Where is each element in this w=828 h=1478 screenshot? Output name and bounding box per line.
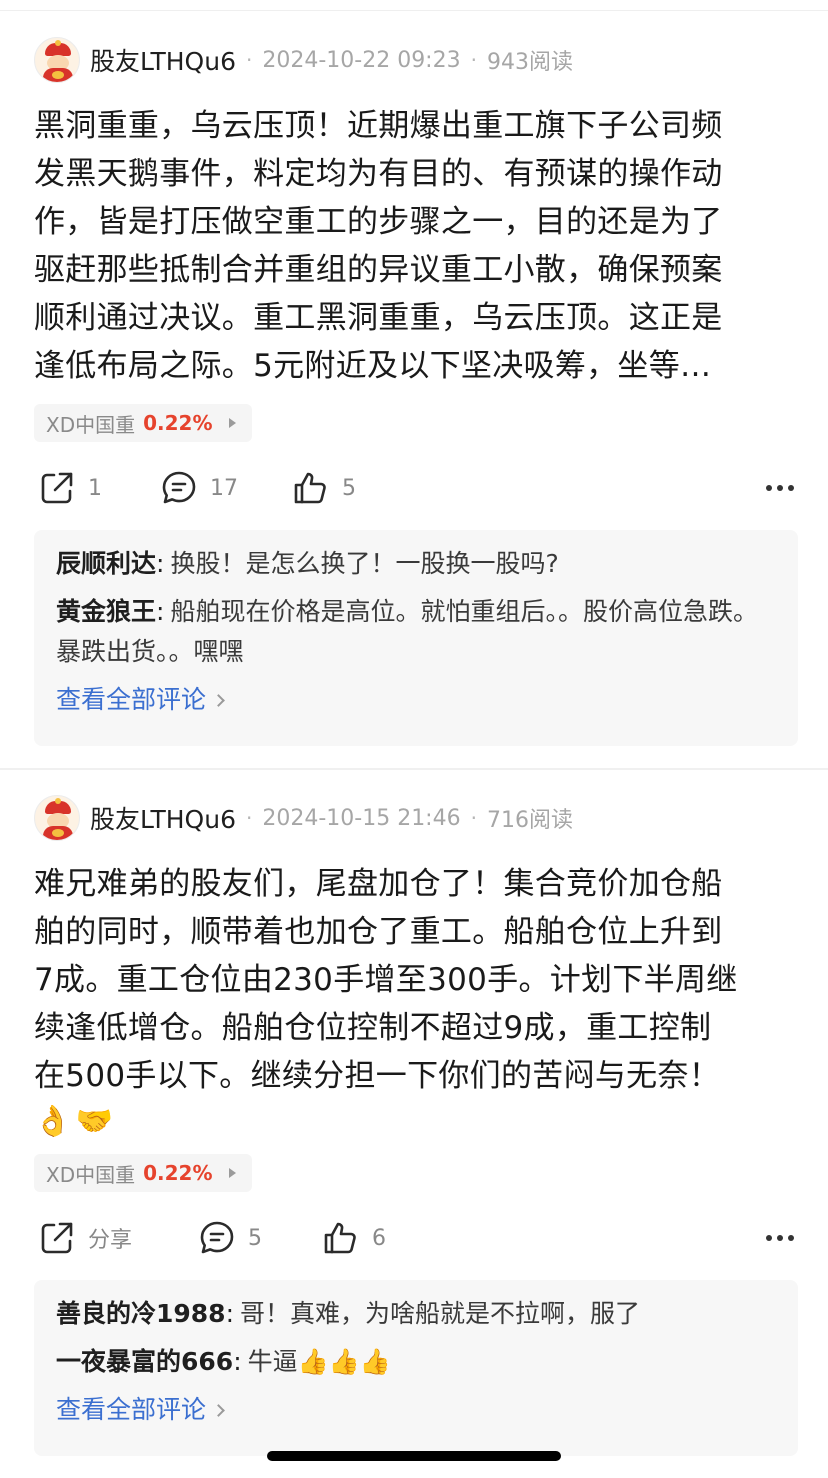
home-indicator[interactable] [267, 1451, 561, 1461]
post-divider [0, 768, 828, 770]
content-line: 舶的同时，顺带着也加仓了重工。船舶仓位上升到 [34, 914, 723, 950]
share-button[interactable]: 分享 [38, 1216, 132, 1260]
like-button[interactable]: 5 [292, 466, 356, 510]
handshake-emoji: 🤝 [75, 1104, 114, 1139]
more-options-button[interactable] [766, 1216, 794, 1260]
comment-button[interactable]: 5 [198, 1216, 262, 1260]
view-all-comments-link[interactable]: 查看全部评论 [56, 1390, 776, 1430]
like-button[interactable]: 6 [322, 1216, 386, 1260]
stock-change: 0.22% [143, 1161, 213, 1185]
chevron-right-icon [212, 693, 225, 707]
comment-text: 换股！是怎么换了！一股换一股吗? [170, 549, 559, 578]
play-arrow-icon [228, 418, 236, 428]
action-bar: 分享 5 6 [0, 1216, 828, 1260]
post-meta: · 2024-10-22 09:23 · 943阅读 [236, 44, 573, 76]
post-timestamp: 2024-10-15 21:46 [262, 805, 461, 831]
more-options-button[interactable] [766, 466, 794, 510]
avatar[interactable] [34, 795, 80, 841]
like-count: 5 [342, 475, 356, 501]
stock-tag[interactable]: XD中国重 0.22% [34, 404, 252, 442]
content-line: 7成。重工仓位由230手增至300手。计划下半周继 [34, 962, 738, 998]
content-line: 难兄难弟的股友们，尾盘加仓了！集合竞价加仓船 [34, 866, 723, 902]
share-button[interactable]: 1 [38, 466, 102, 510]
view-all-comments-link[interactable]: 查看全部评论 [56, 680, 776, 720]
post-meta: · 2024-10-15 21:46 · 716阅读 [236, 802, 573, 834]
thumbs-up-icon [324, 1222, 356, 1254]
comment-count: 17 [210, 475, 238, 501]
comment-count: 5 [248, 1225, 262, 1251]
comment-text: 哥！真难，为啥船就是不拉啊，服了 [240, 1299, 641, 1328]
content-line: 在500手以下。继续分担一下你们的苦闷与无奈！ [34, 1058, 721, 1094]
comment-author[interactable]: 一夜暴富的666 [56, 1347, 233, 1376]
post-timestamp: 2024-10-22 09:23 [262, 47, 461, 73]
read-count: 943阅读 [486, 50, 573, 75]
comment-preview[interactable]: 辰顺利达: 换股！是怎么换了！一股换一股吗? 黄金狼王: 船舶现在价格是高位。就怕重… [34, 530, 798, 746]
share-label: 分享 [88, 1228, 133, 1253]
comment-author[interactable]: 黄金狼王 [56, 597, 156, 626]
emoji-row: 👌 🤝 [34, 1102, 794, 1142]
comment-item[interactable]: 一夜暴富的666: 牛逼👍👍👍 [56, 1342, 776, 1382]
ok-hand-emoji: 👌 [34, 1104, 72, 1139]
post-content[interactable]: 黑洞重重，乌云压顶！近期爆出重工旗下子公司频 发黑天鹅事件，料定均为有目的、有预… [34, 102, 794, 390]
comment-author[interactable]: 善良的冷1988 [56, 1299, 226, 1328]
read-count: 716阅读 [486, 808, 573, 833]
content-line: 发黑天鹅事件，料定均为有目的、有预谋的操作动 [34, 156, 723, 192]
avatar[interactable] [34, 37, 80, 83]
content-line: 续逢低增仓。船舶仓位控制不超过9成，重工控制 [34, 1010, 712, 1046]
content-line: 顺利通过决议。重工黑洞重重，乌云压顶。这正是 [34, 300, 723, 336]
like-count: 6 [372, 1225, 386, 1251]
comment-icon [200, 1221, 234, 1254]
stock-change: 0.22% [143, 411, 213, 435]
comment-icon [162, 471, 196, 504]
action-bar: 1 17 5 [0, 466, 828, 510]
content-line: 黑洞重重，乌云压顶！近期爆出重工旗下子公司频 [34, 108, 723, 144]
content-line: 驱赶那些抵制合并重组的异议重工小散，确保预案 [34, 252, 723, 288]
play-arrow-icon [228, 1168, 236, 1178]
chevron-right-icon [212, 1403, 225, 1417]
stock-tag[interactable]: XD中国重 0.22% [34, 1154, 252, 1192]
comment-author[interactable]: 辰顺利达 [56, 549, 156, 578]
share-icon [41, 472, 73, 504]
post-content[interactable]: 难兄难弟的股友们，尾盘加仓了！集合竞价加仓船 舶的同时，顺带着也加仓了重工。船舶… [34, 860, 794, 1142]
share-count: 1 [88, 475, 102, 501]
view-all-label: 查看全部评论 [56, 1395, 207, 1424]
stock-name: XD中国重 [46, 1162, 136, 1187]
post-header: 股友LTHQu6 · 2024-10-22 09:23 · 943阅读 [34, 36, 573, 84]
top-divider [0, 10, 828, 11]
comment-button[interactable]: 17 [160, 466, 238, 510]
stock-name: XD中国重 [46, 412, 136, 437]
content-line: 逢低布局之际。5元附近及以下坚决吸筹，坐等… [34, 348, 712, 384]
comment-item[interactable]: 辰顺利达: 换股！是怎么换了！一股换一股吗? [56, 544, 776, 584]
comment-text: 牛逼👍👍👍 [247, 1347, 392, 1376]
share-icon [41, 1222, 73, 1254]
comment-item[interactable]: 黄金狼王: 船舶现在价格是高位。就怕重组后。。股价高位急跌。暴跌出货。。嘿嘿 [56, 592, 776, 672]
username[interactable]: 股友LTHQu6 [90, 800, 236, 836]
username[interactable]: 股友LTHQu6 [90, 42, 236, 78]
post-header: 股友LTHQu6 · 2024-10-15 21:46 · 716阅读 [34, 794, 573, 842]
thumbs-up-icon [294, 472, 326, 504]
view-all-label: 查看全部评论 [56, 685, 207, 714]
comment-preview[interactable]: 善良的冷1988: 哥！真难，为啥船就是不拉啊，服了 一夜暴富的666: 牛逼👍👍👍… [34, 1280, 798, 1456]
comment-item[interactable]: 善良的冷1988: 哥！真难，为啥船就是不拉啊，服了 [56, 1294, 776, 1334]
content-line: 作，皆是打压做空重工的步骤之一，目的还是为了 [34, 204, 723, 240]
